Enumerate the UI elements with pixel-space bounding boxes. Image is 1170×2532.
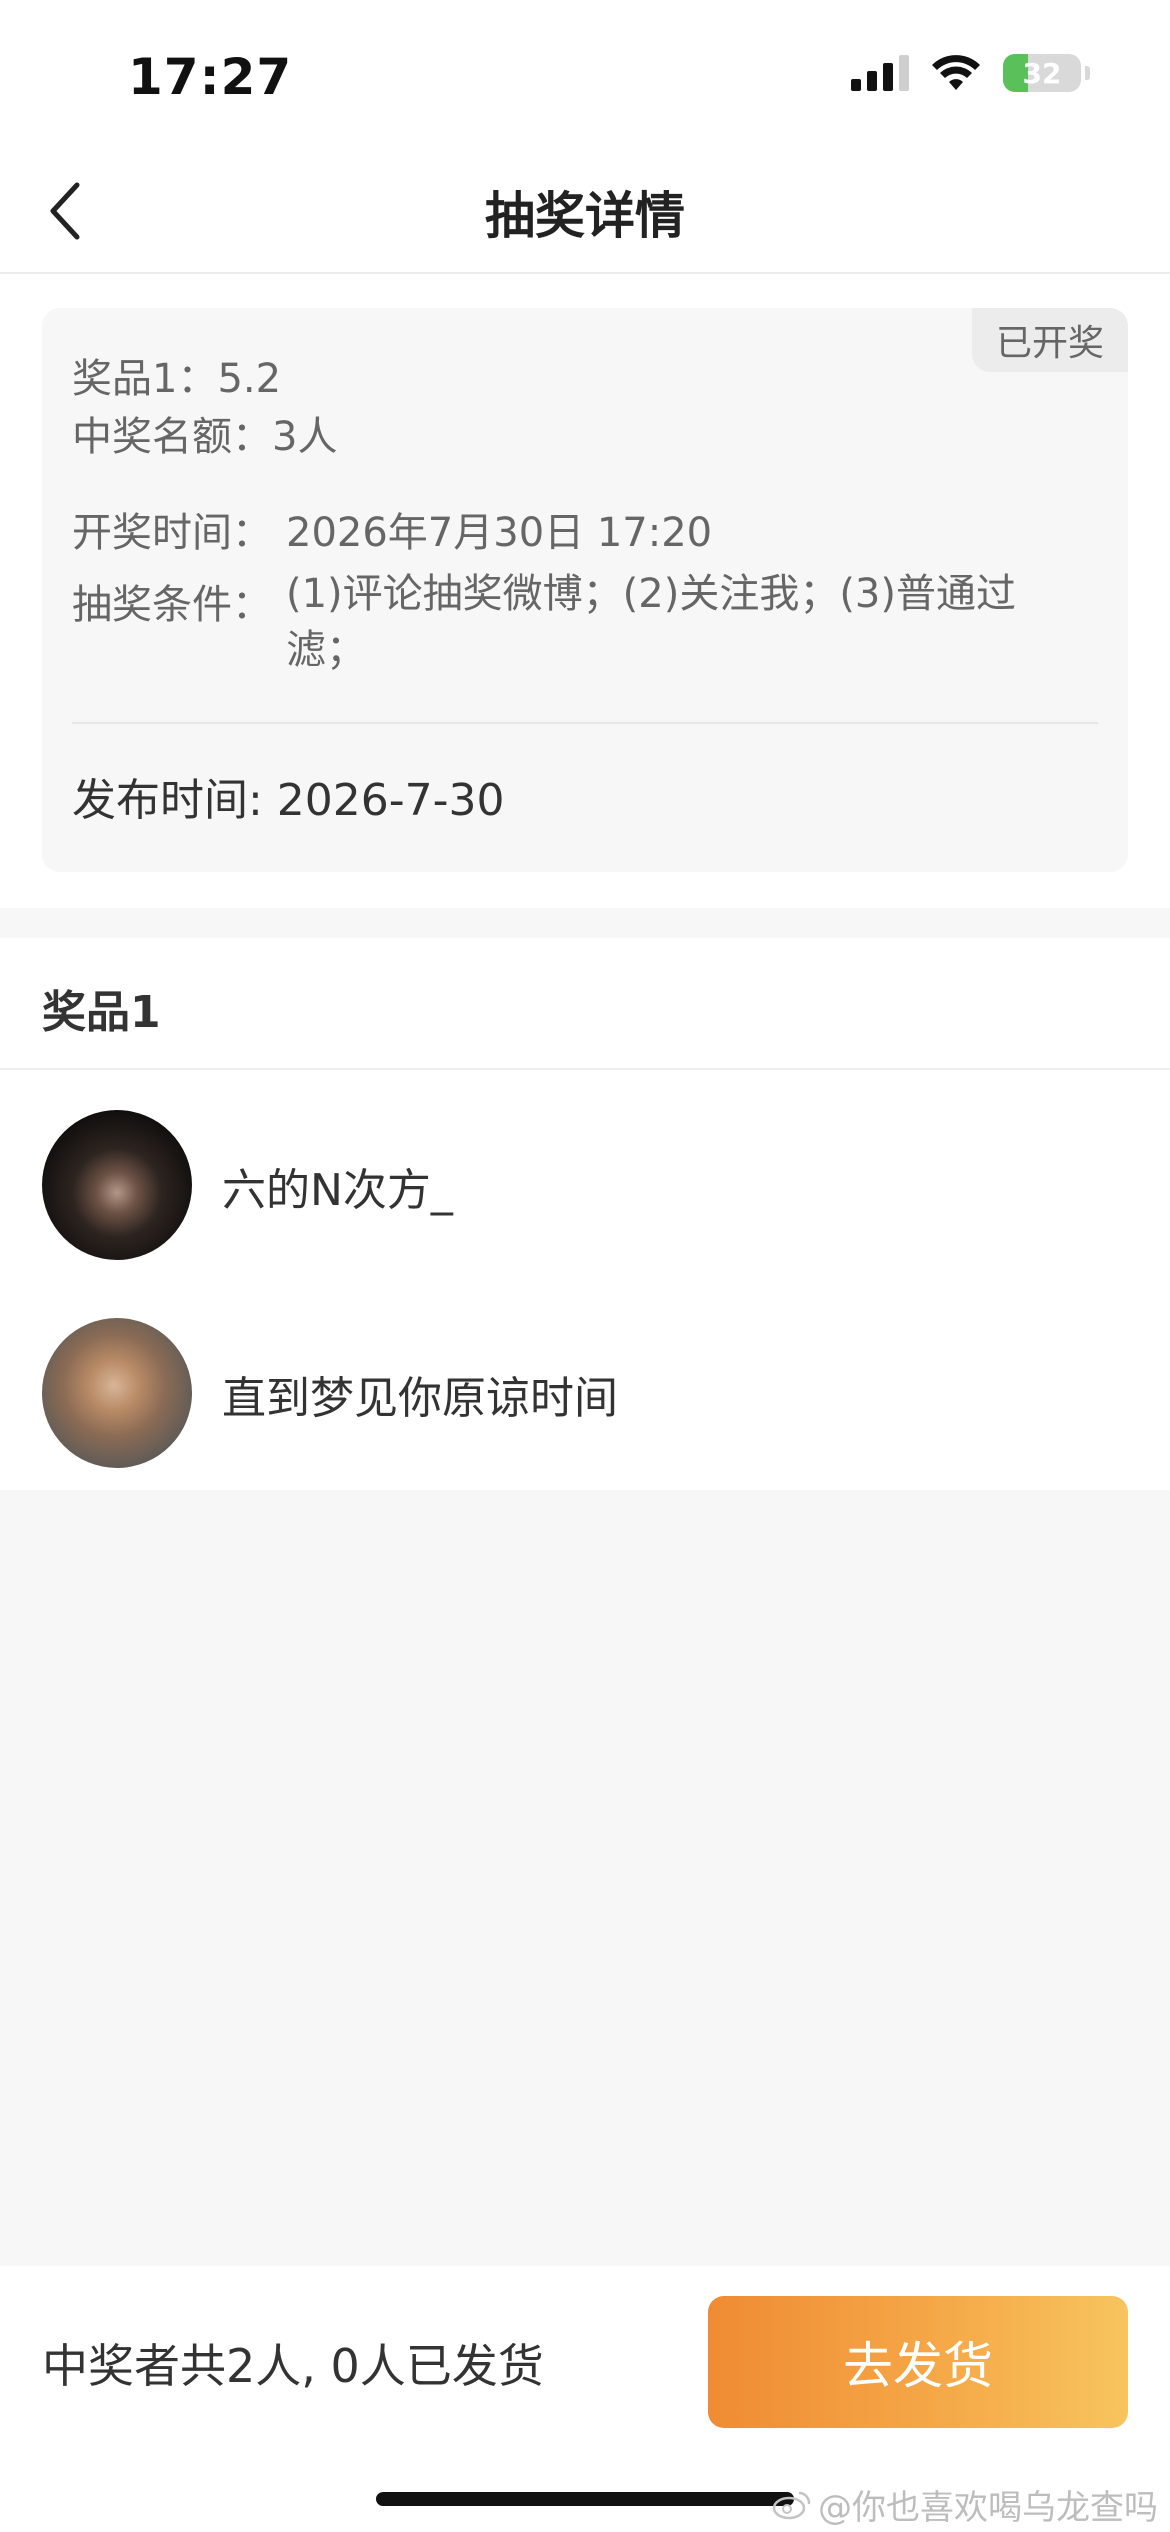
battery-cap <box>1085 66 1090 80</box>
winner-name[interactable]: 六的N次方_ <box>222 1154 453 1218</box>
prize-header: 奖品1 <box>0 938 1170 1070</box>
battery-icon: 32 <box>1003 54 1081 92</box>
conditions-label: 抽奖条件： <box>72 582 272 628</box>
lottery-info-card: 已开奖 奖品1：5.2 中奖名额：3人 开奖时间： 2026年7月30日 17:… <box>42 308 1128 872</box>
bottom-bar: 中奖者共2人, 0人已发货 去发货 @你也喜欢喝乌龙查吗 <box>0 2266 1170 2532</box>
watermark: @你也喜欢喝乌龙查吗 <box>772 2480 1158 2529</box>
ship-button[interactable]: 去发货 <box>708 2296 1128 2428</box>
winner-name[interactable]: 直到梦见你原谅时间 <box>222 1362 618 1426</box>
home-indicator[interactable] <box>376 2492 794 2506</box>
conditions-value: (1)评论抽奖微博；(2)关注我；(3)普通过滤； <box>286 571 1016 673</box>
status-time: 17:27 <box>128 48 293 106</box>
battery-level: 32 <box>1022 56 1062 90</box>
draw-time-label: 开奖时间： <box>72 510 272 556</box>
draw-time-value: 2026年7月30日 17:20 <box>286 510 713 556</box>
publish-time: 发布时间: 2026-7-30 <box>72 775 505 826</box>
weibo-icon <box>772 2491 811 2519</box>
card-divider <box>72 722 1098 724</box>
prize-section: 奖品1 六的N次方_ 直到梦见你原谅时间 <box>0 938 1170 1490</box>
status-bar: 17:27 32 <box>0 0 1170 150</box>
quota-line: 中奖名额：3人 <box>72 414 338 460</box>
winner-row[interactable]: 六的N次方_ <box>0 1070 1170 1278</box>
winner-row[interactable]: 直到梦见你原谅时间 <box>0 1278 1170 1486</box>
avatar[interactable] <box>42 1318 192 1468</box>
page-title: 抽奖详情 <box>485 187 685 245</box>
signal-icon <box>851 55 909 91</box>
prize-title: 奖品1 <box>42 987 161 1038</box>
wifi-icon <box>932 55 980 90</box>
status-badge: 已开奖 <box>972 308 1128 372</box>
info-section: 已开奖 奖品1：5.2 中奖名额：3人 开奖时间： 2026年7月30日 17:… <box>0 274 1170 908</box>
watermark-text: @你也喜欢喝乌龙查吗 <box>818 2488 1158 2528</box>
nav-bar: 抽奖详情 <box>0 150 1170 274</box>
shipping-summary: 中奖者共2人, 0人已发货 <box>42 2339 544 2393</box>
avatar[interactable] <box>42 1110 192 1260</box>
status-icons: 32 <box>851 54 1090 92</box>
prize-line: 奖品1：5.2 <box>72 356 282 402</box>
